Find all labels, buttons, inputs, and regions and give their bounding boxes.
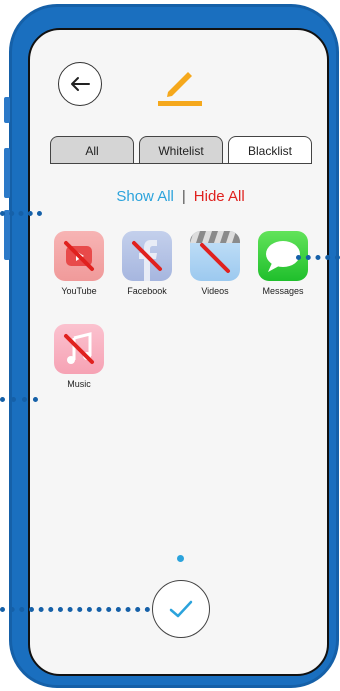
filter-row: Show All | Hide All <box>30 188 327 205</box>
volume-down-button <box>4 210 10 260</box>
annotation-leader-line <box>0 397 38 402</box>
annotation-leader-line <box>0 211 42 216</box>
app-videos[interactable]: Videos <box>184 231 246 296</box>
show-all-link[interactable]: Show All <box>116 188 174 205</box>
app-screen: All Whitelist Blacklist Show All | Hide Al… <box>28 28 329 676</box>
filter-separator: | <box>181 188 186 205</box>
confirm-button[interactable] <box>152 580 210 638</box>
app-youtube[interactable]: YouTube <box>48 231 110 296</box>
tab-divider <box>50 163 312 164</box>
volume-up-button <box>4 148 10 198</box>
app-label-facebook: Facebook <box>127 286 167 296</box>
mute-switch <box>4 97 10 123</box>
annotation-leader-line <box>0 607 150 612</box>
back-button[interactable] <box>58 62 102 106</box>
annotation-leader-line <box>296 255 340 260</box>
pencil-icon[interactable] <box>158 64 202 106</box>
app-messages[interactable]: Messages <box>252 231 314 296</box>
tab-all[interactable]: All <box>50 136 134 164</box>
page-indicator-dot <box>177 555 184 562</box>
arrow-left-icon <box>71 77 90 91</box>
app-facebook[interactable]: Facebook <box>116 231 178 296</box>
music-icon <box>54 324 104 374</box>
app-label-videos: Videos <box>201 286 229 296</box>
app-label-youtube: YouTube <box>61 286 97 296</box>
tab-blacklist[interactable]: Blacklist <box>228 136 312 164</box>
app-label-messages: Messages <box>262 286 304 296</box>
tab-whitelist[interactable]: Whitelist <box>139 136 223 164</box>
youtube-icon <box>54 231 104 281</box>
facebook-icon <box>122 231 172 281</box>
hide-all-link[interactable]: Hide All <box>194 188 245 205</box>
tab-bar: All Whitelist Blacklist <box>50 136 312 164</box>
app-label-music: Music <box>67 379 91 389</box>
videos-icon <box>190 231 240 281</box>
app-music[interactable]: Music <box>48 324 110 389</box>
checkmark-icon <box>169 600 193 618</box>
